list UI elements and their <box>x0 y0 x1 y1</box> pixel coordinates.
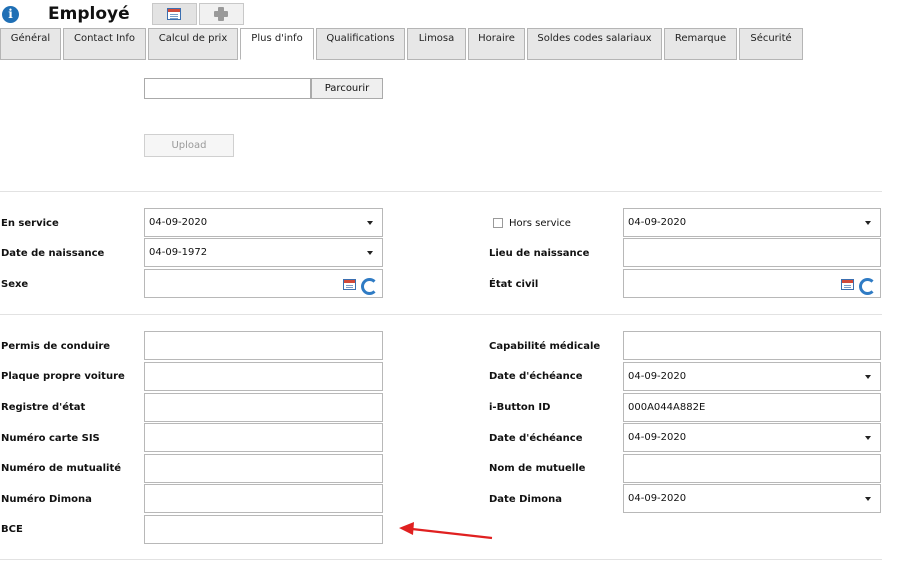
lieu-naissance-label: Lieu de naissance <box>489 248 590 259</box>
echeance2-select[interactable]: 04-09-2020 <box>623 423 881 452</box>
reset-icon[interactable] <box>859 278 876 295</box>
tab-calcul-de-prix[interactable]: Calcul de prix <box>148 28 238 60</box>
lookup-icon[interactable] <box>841 279 854 290</box>
sis-input[interactable] <box>144 423 383 452</box>
tab-general[interactable]: Général <box>0 28 61 60</box>
tab-remarque[interactable]: Remarque <box>664 28 737 60</box>
calendar-icon <box>167 8 181 20</box>
plaque-input[interactable] <box>144 362 383 391</box>
browse-button[interactable]: Parcourir <box>311 78 383 99</box>
hors-service-checkbox[interactable] <box>493 218 503 228</box>
dimona-date-value: 04-09-2020 <box>628 493 687 504</box>
tab-horaire[interactable]: Horaire <box>468 28 525 60</box>
permis-label: Permis de conduire <box>1 341 111 352</box>
hors-service-date-select[interactable]: 04-09-2020 <box>623 208 881 237</box>
ibutton-input[interactable]: 000A044A882E <box>623 393 881 422</box>
date-naissance-select[interactable]: 04-09-1972 <box>144 238 383 267</box>
ibutton-label: i-Button ID <box>489 402 551 413</box>
section-divider <box>0 559 882 560</box>
tab-limosa[interactable]: Limosa <box>407 28 466 60</box>
chevron-down-icon <box>367 251 373 255</box>
file-path-input[interactable] <box>144 78 311 99</box>
echeance1-value: 04-09-2020 <box>628 371 687 382</box>
dimona-date-label: Date Dimona <box>489 494 562 505</box>
dimona-date-select[interactable]: 04-09-2020 <box>623 484 881 513</box>
capabilite-input[interactable] <box>623 331 881 360</box>
sexe-input[interactable] <box>144 269 383 298</box>
annotation-arrow-head <box>399 522 414 535</box>
chevron-down-icon <box>865 375 871 379</box>
chevron-down-icon <box>865 436 871 440</box>
mutualite-input[interactable] <box>144 454 383 483</box>
tab-securite[interactable]: Sécurité <box>739 28 803 60</box>
lieu-naissance-input[interactable] <box>623 238 881 267</box>
bce-input[interactable] <box>144 515 383 544</box>
capabilite-label: Capabilité médicale <box>489 341 601 352</box>
upload-button[interactable]: Upload <box>144 134 234 157</box>
tab-qualifications[interactable]: Qualifications <box>316 28 405 60</box>
tab-contact-info[interactable]: Contact Info <box>63 28 146 60</box>
plaque-label: Plaque propre voiture <box>1 371 125 382</box>
echeance2-value: 04-09-2020 <box>628 432 687 443</box>
registre-input[interactable] <box>144 393 383 422</box>
echeance2-label: Date d'échéance <box>489 433 583 444</box>
en-service-value: 04-09-2020 <box>149 217 208 228</box>
section-divider <box>0 314 882 315</box>
sexe-label: Sexe <box>1 279 29 290</box>
mutualite-label: Numéro de mutualité <box>1 463 121 474</box>
dimona-num-input[interactable] <box>144 484 383 513</box>
permis-input[interactable] <box>144 331 383 360</box>
sis-label: Numéro carte SIS <box>1 433 100 444</box>
chevron-down-icon <box>865 497 871 501</box>
tab-bar: Général Contact Info Calcul de prix Plus… <box>0 28 901 60</box>
hors-service-value: 04-09-2020 <box>628 217 687 228</box>
registre-label: Registre d'état <box>1 402 86 413</box>
tab-plus-d-info[interactable]: Plus d'info <box>240 28 314 60</box>
add-button[interactable] <box>199 3 244 25</box>
dimona-num-label: Numéro Dimona <box>1 494 92 505</box>
calendar-button[interactable] <box>152 3 197 25</box>
bce-label: BCE <box>1 524 23 535</box>
lookup-icon[interactable] <box>343 279 356 290</box>
hors-service-label: Hors service <box>509 218 571 229</box>
etat-civil-input[interactable] <box>623 269 881 298</box>
mutuelle-label: Nom de mutuelle <box>489 463 586 474</box>
en-service-date-select[interactable]: 04-09-2020 <box>144 208 383 237</box>
page-title: Employé <box>48 4 130 24</box>
en-service-label: En service <box>1 218 59 229</box>
date-naissance-label: Date de naissance <box>1 248 105 259</box>
date-naissance-value: 04-09-1972 <box>149 247 208 258</box>
chevron-down-icon <box>367 221 373 225</box>
page-header: i Employé <box>0 0 901 28</box>
echeance1-label: Date d'échéance <box>489 371 583 382</box>
info-icon[interactable]: i <box>2 6 19 23</box>
tab-soldes-codes-salariaux[interactable]: Soldes codes salariaux <box>527 28 662 60</box>
annotation-arrow-line <box>411 527 493 540</box>
section-divider <box>0 191 882 192</box>
chevron-down-icon <box>865 221 871 225</box>
plus-icon <box>214 7 228 21</box>
etat-civil-label: État civil <box>489 279 539 290</box>
echeance1-select[interactable]: 04-09-2020 <box>623 362 881 391</box>
mutuelle-input[interactable] <box>623 454 881 483</box>
reset-icon[interactable] <box>361 278 378 295</box>
